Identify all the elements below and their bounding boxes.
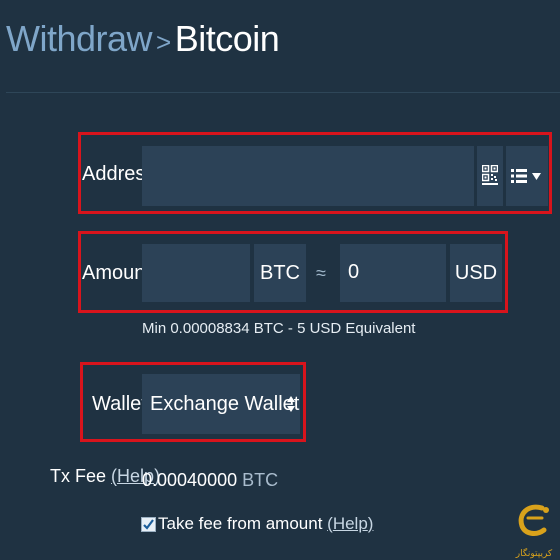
select-updown-icon bbox=[287, 396, 295, 412]
address-input[interactable] bbox=[142, 146, 474, 206]
txfee-value-group: 0.00040000 BTC bbox=[142, 470, 278, 491]
watermark-logo: کریپتونگار bbox=[508, 500, 560, 560]
approx-symbol: ≈ bbox=[316, 263, 326, 283]
amount-label: Amount bbox=[82, 262, 151, 284]
take-fee-help-close: ) bbox=[367, 514, 374, 533]
address-qr-button[interactable] bbox=[477, 146, 503, 206]
min-amount-hint: Min 0.00008834 BTC - 5 USD Equivalent bbox=[142, 320, 416, 337]
take-fee-label: Take fee from amount bbox=[158, 514, 323, 533]
take-fee-checkbox[interactable] bbox=[141, 517, 156, 532]
caret-down-icon bbox=[532, 173, 541, 180]
address-book-dropdown[interactable] bbox=[506, 146, 548, 206]
txfee-unit: BTC bbox=[242, 470, 279, 490]
header-divider bbox=[6, 92, 560, 93]
amount-btc-input[interactable] bbox=[142, 244, 250, 302]
checkmark-icon bbox=[143, 519, 154, 530]
btc-unit-label: BTC bbox=[254, 244, 306, 302]
txfee-amount: 0.00040000 bbox=[142, 470, 238, 490]
list-icon bbox=[511, 169, 527, 183]
take-fee-help-text: Help bbox=[332, 514, 368, 533]
wallet-select[interactable]: Exchange Wallet bbox=[142, 374, 300, 434]
wallet-label: Wallet bbox=[92, 393, 147, 415]
usd-unit-label: USD bbox=[450, 244, 502, 302]
breadcrumb: Withdraw > Bitcoin bbox=[6, 18, 280, 60]
amount-usd-value: 0 bbox=[348, 261, 360, 283]
amount-usd-input[interactable]: 0 bbox=[340, 244, 446, 302]
take-fee-help-link[interactable]: (Help) bbox=[327, 514, 373, 533]
crypto-logo-icon bbox=[518, 504, 549, 536]
qr-code-icon bbox=[482, 165, 498, 185]
wallet-selected-value: Exchange Wallet bbox=[150, 393, 300, 415]
watermark-logo-text: کریپتونگار bbox=[515, 549, 553, 559]
take-fee-label-group: Take fee from amount (Help) bbox=[158, 514, 373, 534]
txfee-label: Tx Fee bbox=[50, 466, 107, 486]
breadcrumb-separator: > bbox=[156, 27, 171, 57]
breadcrumb-withdraw-link[interactable]: Withdraw bbox=[6, 18, 153, 59]
breadcrumb-current: Bitcoin bbox=[174, 18, 280, 59]
